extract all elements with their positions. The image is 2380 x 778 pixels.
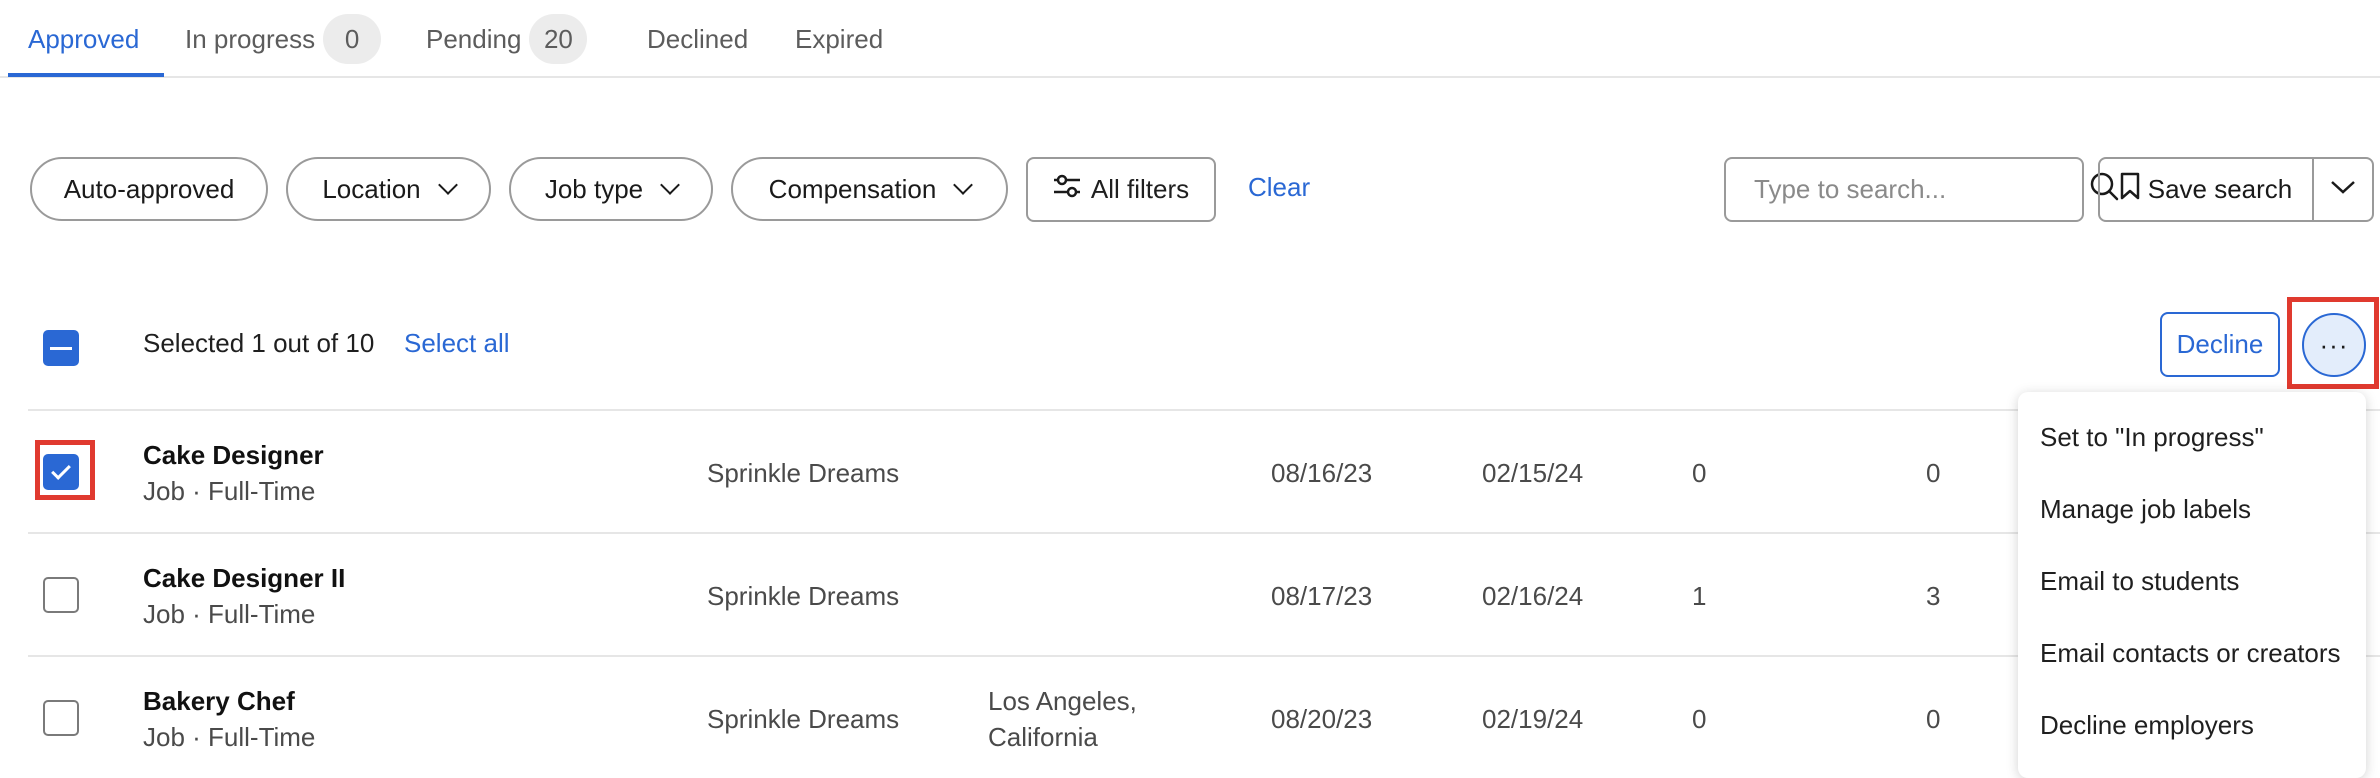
tab-pending-label: Pending <box>426 23 522 54</box>
chevron-down-icon <box>953 175 974 195</box>
auto-approved-filter[interactable]: Auto-approved <box>30 157 268 221</box>
employer-name: Sprinkle Dreams <box>707 704 900 734</box>
employer-name: Sprinkle Dreams <box>707 458 900 488</box>
search-input[interactable] <box>1754 174 2089 205</box>
location-label: Location <box>322 173 421 204</box>
expiry-date: 02/19/24 <box>1482 704 1584 734</box>
save-search-group: Save search <box>2098 157 2374 222</box>
tab-in-progress[interactable]: In progress 0 <box>185 0 382 78</box>
employer-name: Sprinkle Dreams <box>707 581 900 611</box>
menu-item-set-in-progress[interactable]: Set to "In progress" <box>2040 422 2264 453</box>
sliders-icon <box>1053 174 1081 205</box>
expiry-date: 02/16/24 <box>1482 581 1584 611</box>
posted-date: 08/16/23 <box>1271 458 1373 488</box>
tab-in-progress-label: In progress <box>185 23 316 54</box>
job-type-filter[interactable]: Job type <box>509 157 713 221</box>
tab-declined-label: Declined <box>647 23 749 54</box>
posted-date: 08/17/23 <box>1271 581 1373 611</box>
select-all-link[interactable]: Select all <box>404 328 510 359</box>
save-search-options-button[interactable] <box>2312 159 2372 220</box>
location-filter[interactable]: Location <box>286 157 491 221</box>
save-search-button[interactable]: Save search <box>2100 159 2312 220</box>
compensation-filter[interactable]: Compensation <box>731 157 1008 221</box>
menu-item-manage-job-labels[interactable]: Manage job labels <box>2040 494 2251 525</box>
compensation-label: Compensation <box>768 173 937 204</box>
tab-declined[interactable]: Declined <box>647 0 748 78</box>
tab-pending-count: 20 <box>529 14 588 64</box>
count-2: 3 <box>1926 581 1941 611</box>
menu-item-email-contacts[interactable]: Email contacts or creators <box>2040 638 2341 669</box>
chevron-down-icon <box>2330 179 2356 200</box>
menu-item-email-students[interactable]: Email to students <box>2040 566 2239 597</box>
all-filters-label: All filters <box>1090 174 1190 204</box>
tab-approved-label: Approved <box>28 23 140 54</box>
tab-approved[interactable]: Approved <box>28 0 139 78</box>
auto-approved-label: Auto-approved <box>63 173 235 204</box>
count-1: 0 <box>1692 704 1707 734</box>
tab-expired-label: Expired <box>795 23 884 54</box>
posted-date: 08/20/23 <box>1271 704 1373 734</box>
count-2: 0 <box>1926 458 1941 488</box>
job-location: Los Angeles, <box>988 686 1137 716</box>
expiry-date: 02/15/24 <box>1482 458 1584 488</box>
row-checkbox[interactable] <box>43 454 79 490</box>
tab-pending[interactable]: Pending 20 <box>426 0 588 78</box>
job-subtitle: Job · Full-Time <box>143 476 316 506</box>
decline-button[interactable]: Decline <box>2160 312 2280 377</box>
count-1: 1 <box>1692 581 1707 611</box>
job-title[interactable]: Bakery Chef <box>143 686 295 717</box>
job-type-label: Job type <box>544 173 644 204</box>
tab-bar: Approved In progress 0 Pending 20 Declin… <box>0 0 2380 78</box>
menu-item-decline-employers[interactable]: Decline employers <box>2040 710 2254 741</box>
count-1: 0 <box>1692 458 1707 488</box>
more-actions-button[interactable]: ··· <box>2302 313 2366 377</box>
count-2: 0 <box>1926 704 1941 734</box>
tab-expired[interactable]: Expired <box>795 0 883 78</box>
job-title[interactable]: Cake Designer II <box>143 563 345 594</box>
job-location: California <box>988 722 1098 752</box>
search-box <box>1724 157 2119 222</box>
bookmark-icon <box>2120 172 2140 207</box>
job-title[interactable]: Cake Designer <box>143 440 324 471</box>
indeterminate-icon <box>50 346 72 350</box>
job-subtitle: Job · Full-Time <box>143 599 316 629</box>
more-actions-menu: Set to "In progress" Manage job labels E… <box>2018 392 2366 778</box>
checkmark-icon <box>51 460 71 480</box>
tab-in-progress-count: 0 <box>323 14 382 64</box>
clear-filters-link[interactable]: Clear <box>1248 172 1310 203</box>
chevron-down-icon <box>660 175 681 195</box>
select-all-checkbox[interactable] <box>43 330 79 366</box>
job-subtitle: Job · Full-Time <box>143 722 316 752</box>
chevron-down-icon <box>437 175 458 195</box>
active-tab-indicator <box>8 73 164 77</box>
all-filters-button[interactable]: All filters <box>1026 157 1216 222</box>
save-search-label: Save search <box>2147 174 2293 204</box>
selection-count: Selected 1 out of 10 <box>143 328 375 358</box>
row-checkbox[interactable] <box>43 577 79 613</box>
row-checkbox[interactable] <box>43 700 79 736</box>
